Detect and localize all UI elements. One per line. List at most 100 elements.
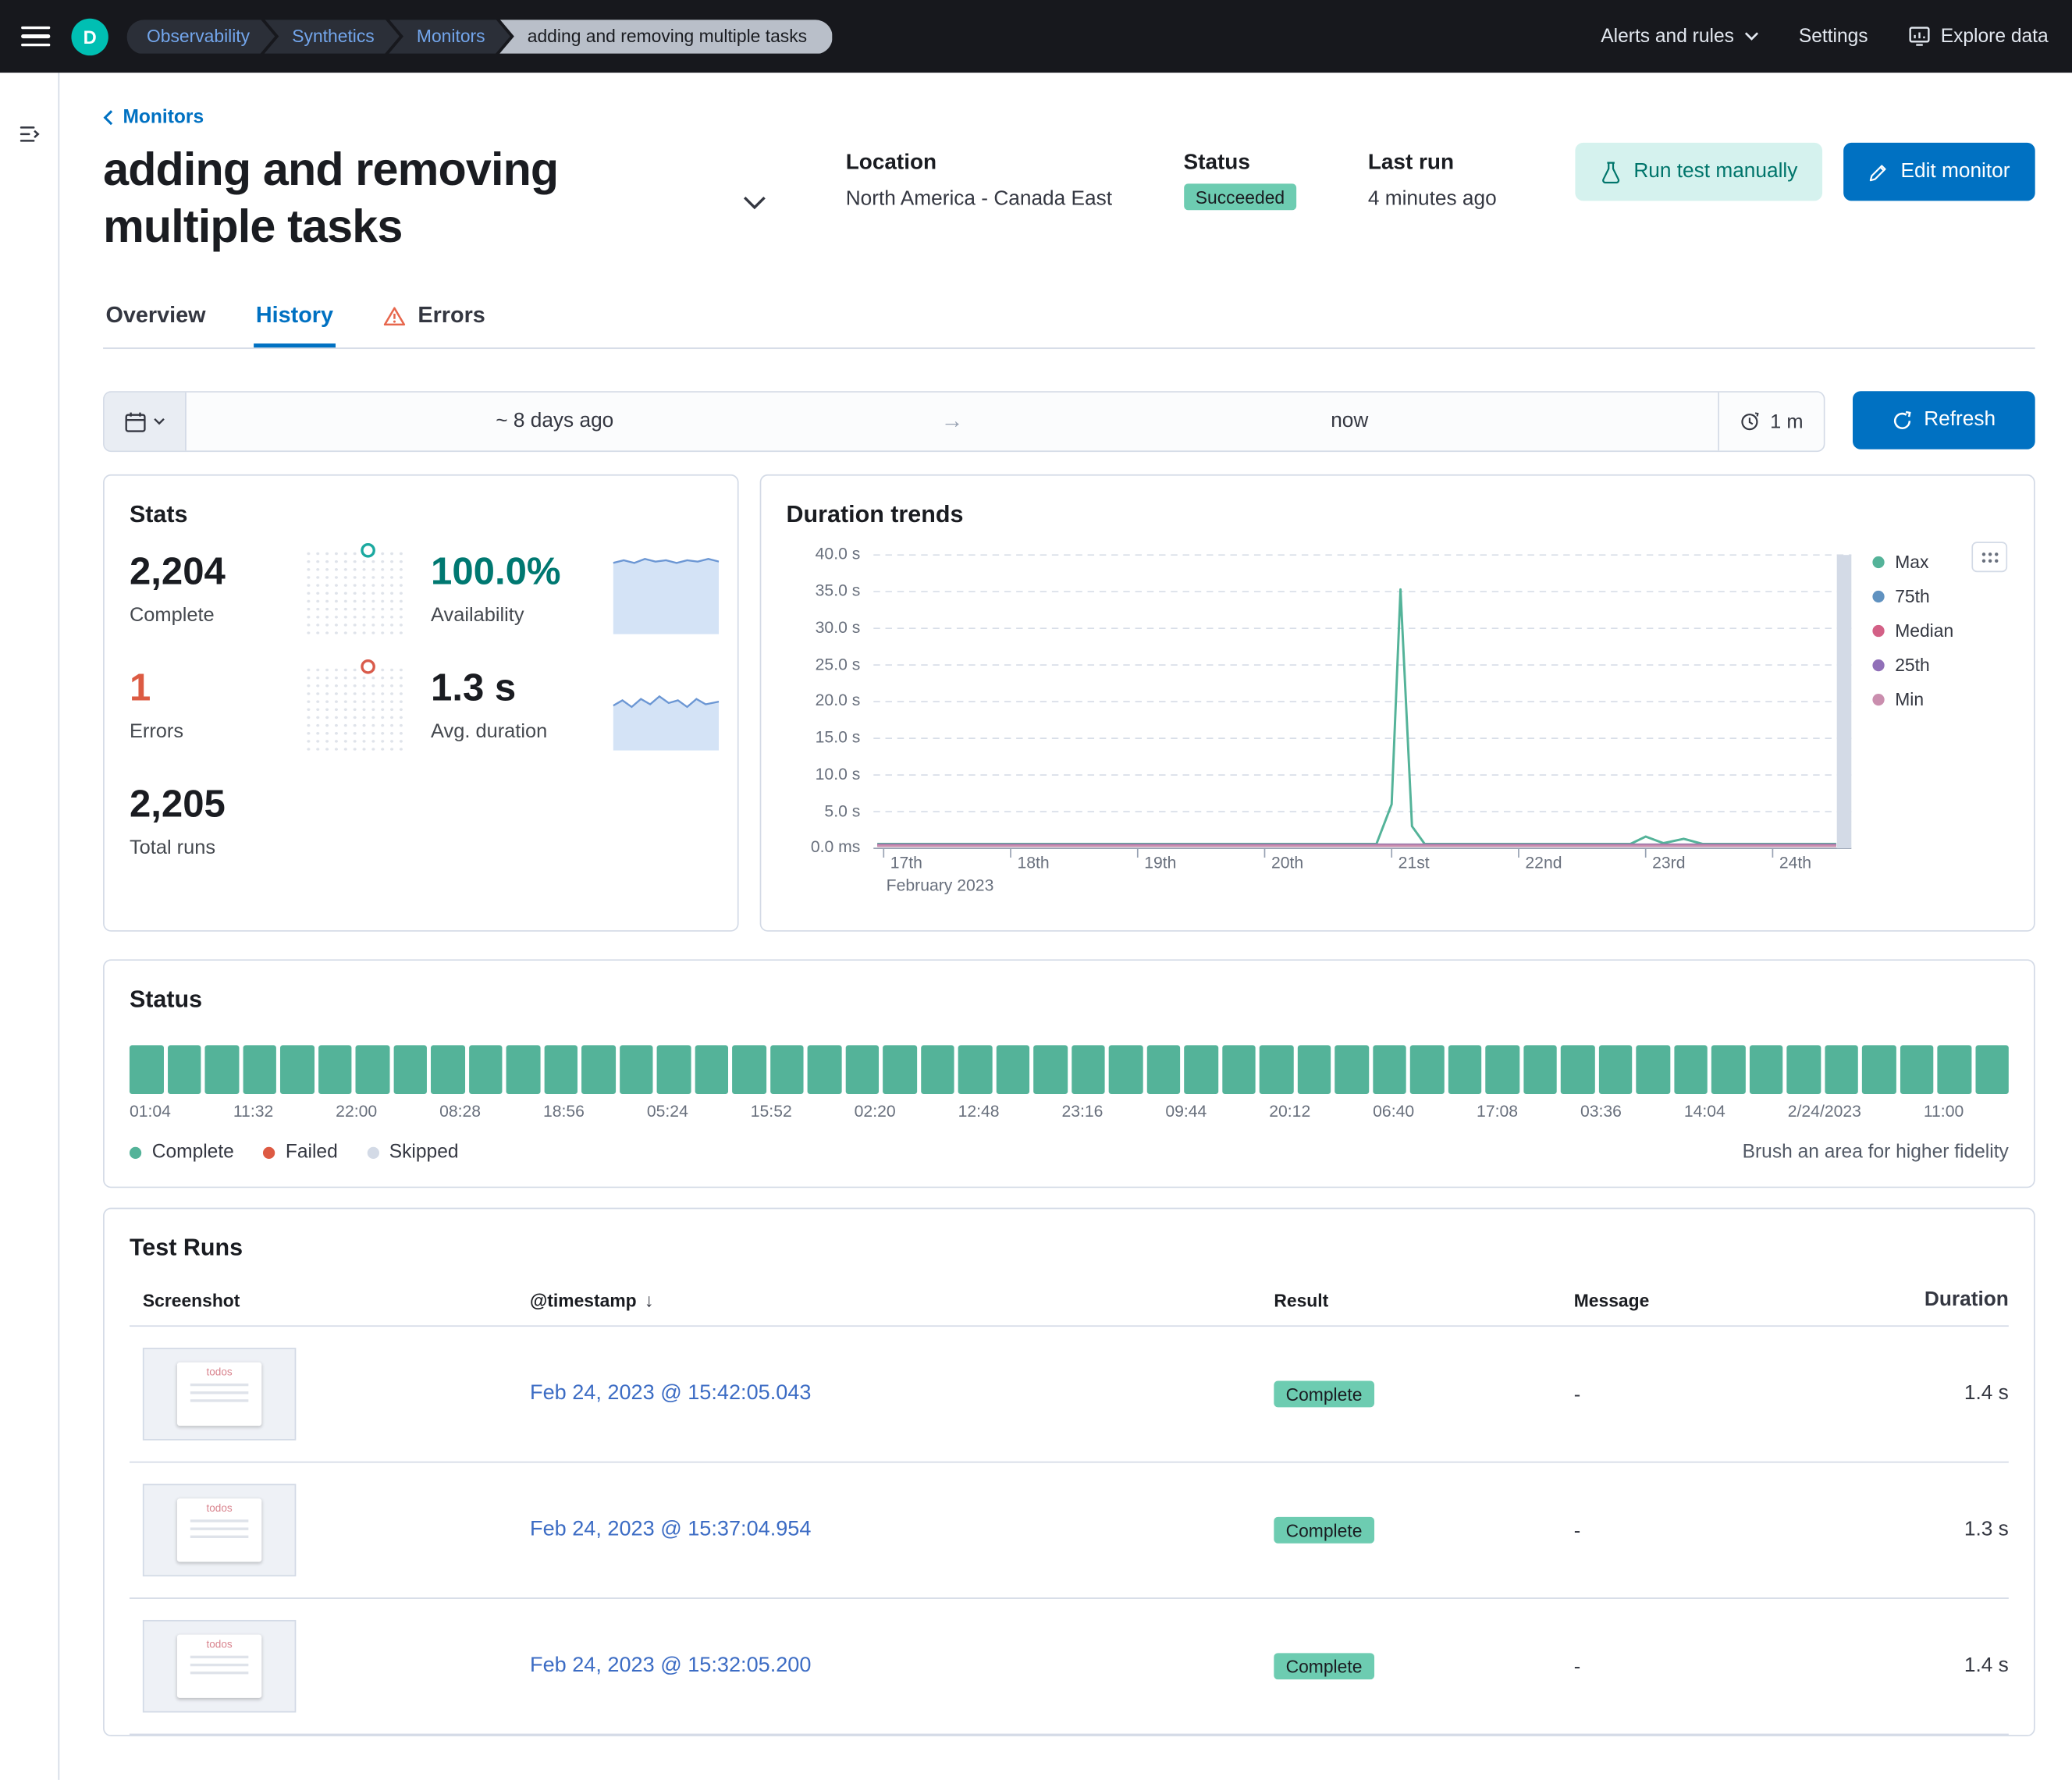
status-bar[interactable]: [1184, 1046, 1217, 1095]
col-timestamp[interactable]: @timestamp↓: [530, 1290, 1274, 1311]
title-chevron-down-icon[interactable]: [743, 196, 766, 211]
refresh-button[interactable]: Refresh: [1853, 392, 2035, 450]
status-bar[interactable]: [883, 1046, 916, 1095]
status-bar[interactable]: [280, 1046, 314, 1095]
status-bar[interactable]: [544, 1046, 578, 1095]
status-bar[interactable]: [1749, 1046, 1782, 1095]
y-axis-label: 0.0 ms: [811, 838, 861, 857]
screenshot-thumbnail[interactable]: todos: [143, 1621, 296, 1714]
message-cell: -: [1574, 1384, 1878, 1406]
status-bar[interactable]: [808, 1046, 841, 1095]
status-bars[interactable]: [130, 1046, 2009, 1095]
quick-select-date-button[interactable]: [105, 393, 187, 452]
y-axis-label: 20.0 s: [816, 691, 861, 710]
run-test-manually-button[interactable]: Run test manually: [1576, 143, 1823, 201]
edit-monitor-button[interactable]: Edit monitor: [1844, 143, 2035, 201]
legend-item-75th[interactable]: 75th: [1872, 587, 1953, 606]
status-bar[interactable]: [657, 1046, 691, 1095]
status-bar[interactable]: [1862, 1046, 1896, 1095]
refresh-interval-button[interactable]: 1 m: [1718, 393, 1823, 452]
status-bar[interactable]: [1221, 1046, 1255, 1095]
status-bar[interactable]: [1109, 1046, 1143, 1095]
test-run-timestamp-link[interactable]: Feb 24, 2023 @ 15:32:05.200: [530, 1655, 811, 1679]
tab-errors[interactable]: Errors: [381, 303, 488, 348]
tab-history[interactable]: History: [253, 303, 336, 348]
status-history-panel: Status 01:0411:3222:0008:2818:5605:2415:…: [103, 960, 2035, 1188]
legend-item-max[interactable]: Max: [1872, 552, 1953, 572]
menu-icon[interactable]: [21, 26, 50, 47]
status-bar[interactable]: [695, 1046, 728, 1095]
status-bar[interactable]: [318, 1046, 351, 1095]
status-bar[interactable]: [243, 1046, 276, 1095]
breadcrumb-monitors[interactable]: Monitors: [389, 20, 510, 54]
status-bar[interactable]: [1146, 1046, 1180, 1095]
status-bar[interactable]: [1071, 1046, 1104, 1095]
status-bar[interactable]: [1335, 1046, 1368, 1095]
status-bar[interactable]: [1598, 1046, 1632, 1095]
status-bar[interactable]: [920, 1046, 954, 1095]
status-bar[interactable]: [1260, 1046, 1293, 1095]
status-bar[interactable]: [1033, 1046, 1067, 1095]
test-run-timestamp-link[interactable]: Feb 24, 2023 @ 15:37:04.954: [530, 1519, 811, 1542]
status-bar[interactable]: [130, 1046, 163, 1095]
back-to-monitors-link[interactable]: Monitors: [103, 107, 204, 128]
status-bar[interactable]: [581, 1046, 615, 1095]
status-bar[interactable]: [355, 1046, 389, 1095]
status-bar[interactable]: [1786, 1046, 1820, 1095]
status-bar[interactable]: [1485, 1046, 1519, 1095]
status-tick-label: 11:32: [233, 1103, 273, 1121]
stat-complete: 2,204 Complete: [130, 552, 283, 634]
col-screenshot: Screenshot: [130, 1291, 530, 1310]
sort-descending-icon[interactable]: ↓: [645, 1290, 654, 1311]
status-bar[interactable]: [1561, 1046, 1594, 1095]
status-bar[interactable]: [845, 1046, 879, 1095]
screenshot-thumbnail[interactable]: todos: [143, 1348, 296, 1441]
status-bar[interactable]: [1975, 1046, 2009, 1095]
status-bar[interactable]: [1711, 1046, 1745, 1095]
legend-item-median[interactable]: Median: [1872, 621, 1953, 641]
status-bar[interactable]: [1523, 1046, 1557, 1095]
date-range-start[interactable]: ~ 8 days ago: [187, 410, 923, 434]
settings-link[interactable]: Settings: [1799, 26, 1868, 47]
status-bar[interactable]: [167, 1046, 201, 1095]
status-bar[interactable]: [506, 1046, 540, 1095]
x-axis-label: 21st: [1391, 854, 1429, 873]
breadcrumb-current-page: adding and removing multiple tasks: [499, 20, 832, 54]
status-bar[interactable]: [393, 1046, 427, 1095]
chart-options-button[interactable]: [1971, 542, 2007, 573]
alerts-and-rules-menu[interactable]: Alerts and rules: [1601, 26, 1759, 47]
test-run-timestamp-link[interactable]: Feb 24, 2023 @ 15:42:05.043: [530, 1383, 811, 1406]
status-bar[interactable]: [1674, 1046, 1708, 1095]
status-bar[interactable]: [1900, 1046, 1933, 1095]
status-bar[interactable]: [468, 1046, 502, 1095]
status-bar[interactable]: [996, 1046, 1029, 1095]
status-bar[interactable]: [431, 1046, 464, 1095]
status-bar[interactable]: [1636, 1046, 1669, 1095]
duration-chart-plot[interactable]: 17th18th19th20th21st22nd23rd24thFebruary…: [873, 550, 1851, 867]
status-bar[interactable]: [769, 1046, 803, 1095]
legend-item-min[interactable]: Min: [1872, 691, 1953, 710]
breadcrumb-synthetics[interactable]: Synthetics: [265, 20, 400, 54]
status-bar[interactable]: [1297, 1046, 1331, 1095]
status-bar[interactable]: [1825, 1046, 1858, 1095]
screenshot-thumbnail[interactable]: todos: [143, 1484, 296, 1577]
breadcrumb-observability[interactable]: Observability: [127, 20, 275, 54]
date-range-end[interactable]: now: [981, 410, 1718, 434]
status-bar[interactable]: [958, 1046, 992, 1095]
page-title: adding and removing multiple tasks: [103, 143, 724, 256]
avg-duration-sparkline: [613, 669, 719, 751]
x-axis-label: 17th: [883, 854, 922, 873]
space-avatar[interactable]: D: [71, 18, 108, 55]
status-bar[interactable]: [1937, 1046, 1971, 1095]
legend-item-25th[interactable]: 25th: [1872, 656, 1953, 676]
tab-overview[interactable]: Overview: [103, 303, 208, 348]
overview-panels: Stats 2,204 Complete 100.0% Availability: [103, 475, 2035, 933]
explore-data-link[interactable]: Explore data: [1907, 25, 2048, 48]
status-bar[interactable]: [619, 1046, 652, 1095]
status-bar[interactable]: [1372, 1046, 1406, 1095]
status-bar[interactable]: [1448, 1046, 1481, 1095]
status-bar[interactable]: [1410, 1046, 1444, 1095]
status-bar[interactable]: [732, 1046, 766, 1095]
status-bar[interactable]: [204, 1046, 238, 1095]
expand-sidebar-icon[interactable]: [18, 123, 41, 145]
